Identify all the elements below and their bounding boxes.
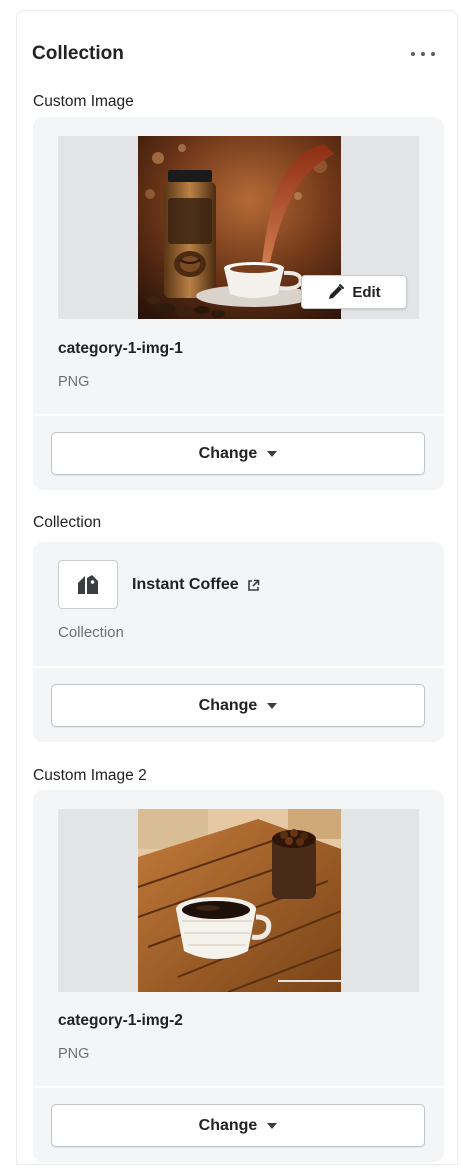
custom-image-card: Edit category-1-img-1 PNG Change [33,117,444,490]
custom-image-2-card: category-1-img-2 PNG Change [33,790,444,1162]
image-preview-area [58,809,419,992]
panel-title: Collection [32,43,124,64]
image-file-type: PNG [58,1046,90,1062]
change-button-label: Change [198,1116,258,1134]
collection-link[interactable]: Instant Coffee [132,576,260,594]
change-button-label: Change [198,444,258,462]
collection-icon-box [58,560,118,609]
caret-down-icon [267,702,278,709]
collection-card: Instant Coffee Collection Change [33,542,444,742]
custom-image-label: Custom Image [33,93,134,110]
caret-down-icon [267,450,278,457]
collection-subtitle: Collection [58,624,124,641]
coffee-cup-image [138,809,341,992]
change-button-label: Change [198,696,258,714]
more-actions-button[interactable] [408,42,438,66]
change-collection-button[interactable]: Change [51,684,425,727]
image-thumbnail [138,809,341,992]
collection-tag-icon [78,574,98,594]
image-file-type: PNG [58,374,90,390]
caret-down-icon [267,1122,278,1129]
card-divider [33,414,444,416]
image-file-name: category-1-img-2 [58,1012,183,1029]
change-image-button[interactable]: Change [51,432,425,475]
collection-name: Instant Coffee [132,576,239,593]
external-link-icon [247,579,259,591]
collection-label: Collection [33,514,102,531]
card-divider [33,1086,444,1088]
custom-image-2-label: Custom Image 2 [33,767,147,784]
more-horizontal-icon [411,52,415,56]
change-image-2-button[interactable]: Change [51,1104,425,1147]
panel-header: Collection [32,40,442,68]
image-preview-area: Edit [58,136,419,319]
edit-image-button[interactable]: Edit [301,275,407,309]
pencil-icon [329,284,345,299]
card-divider [33,666,444,668]
edit-button-label: Edit [352,283,381,301]
image-file-name: category-1-img-1 [58,340,183,357]
